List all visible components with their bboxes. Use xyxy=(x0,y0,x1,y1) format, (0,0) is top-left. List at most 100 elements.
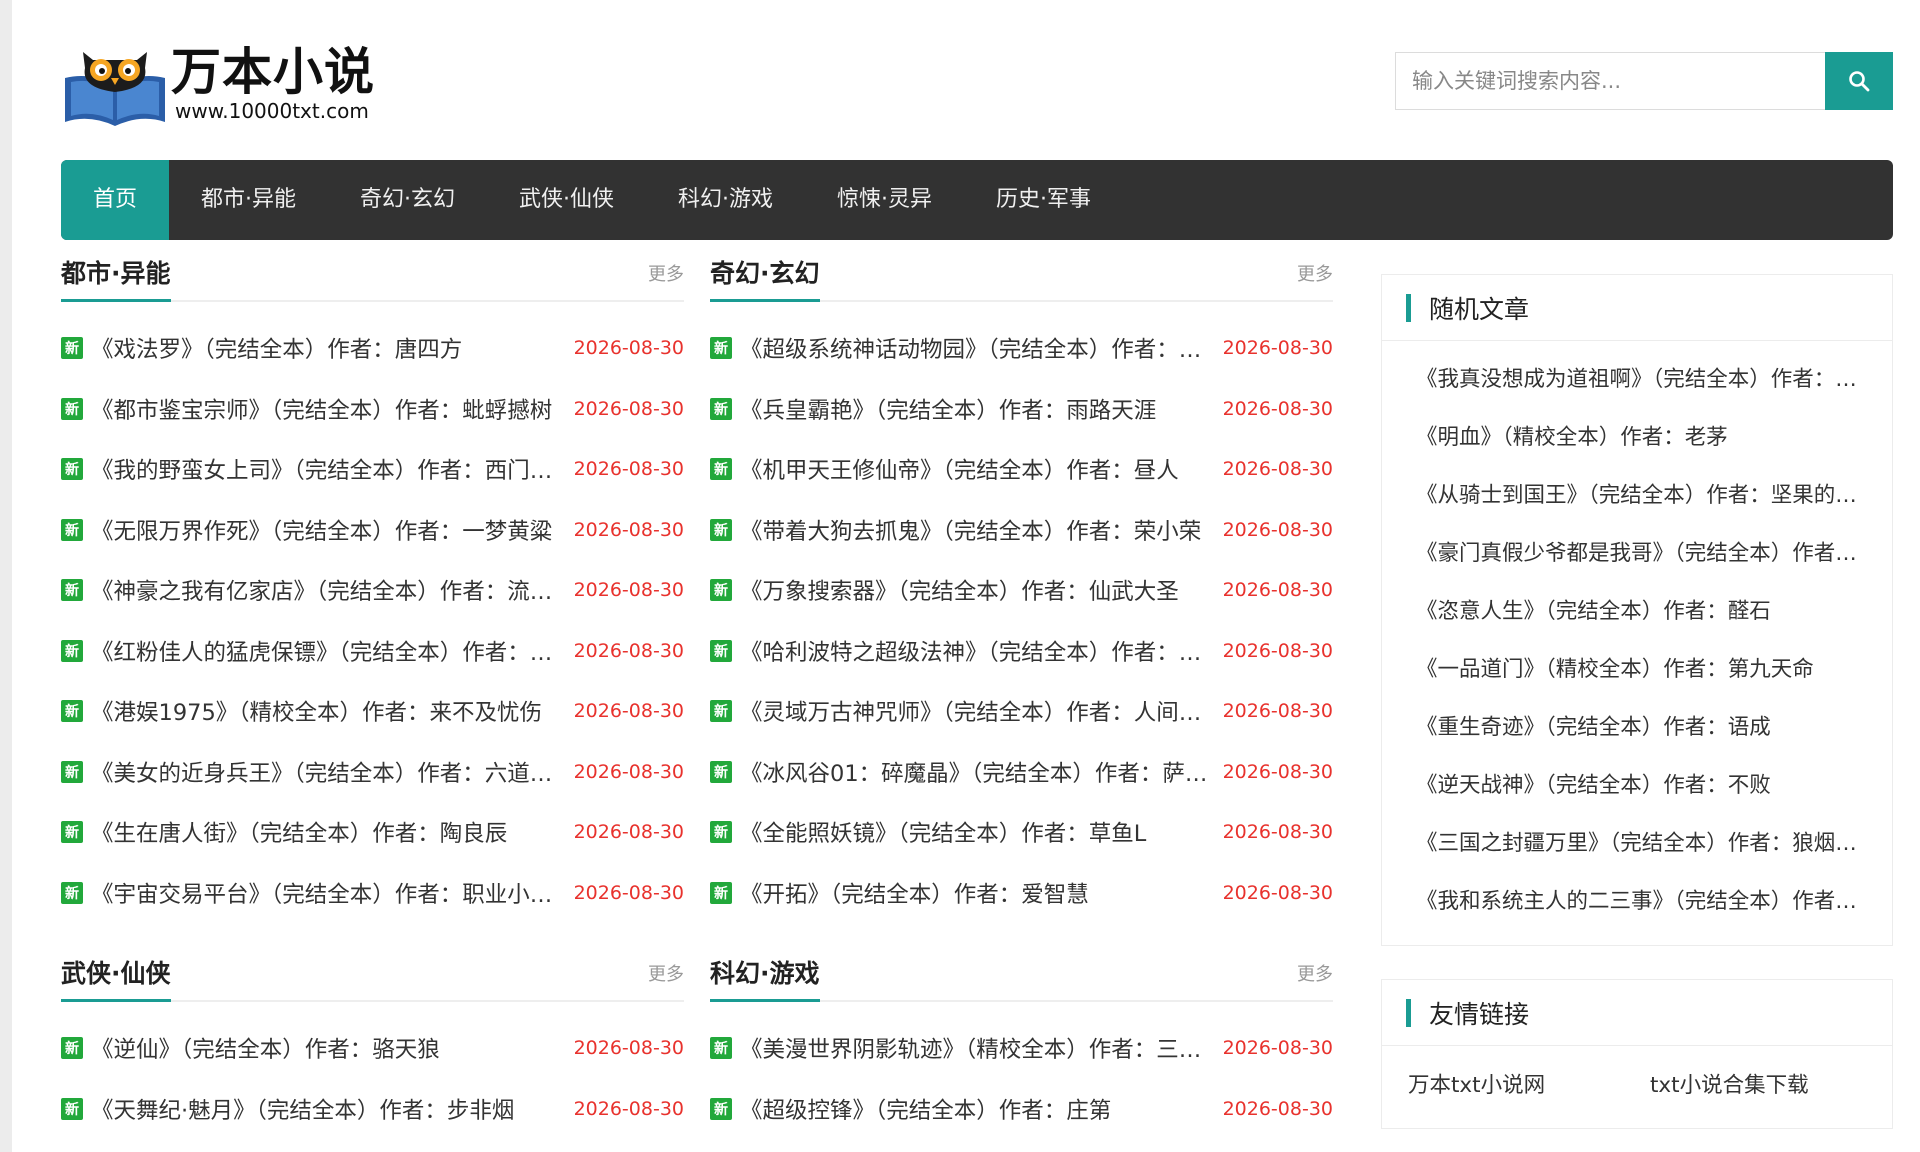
main-nav: 首页 都市·异能 奇幻·玄幻 武侠·仙侠 科幻·游戏 惊悚·灵异 历史·军事 xyxy=(61,160,1893,240)
book-title[interactable]: 《哈利波特之超级法神》（完结全本）作者：王不死 xyxy=(740,635,1215,667)
list-item[interactable]: 新《带着大狗去抓鬼》（完结全本）作者：荣小荣 2026-08-30 xyxy=(710,500,1333,561)
more-link[interactable]: 更多 xyxy=(648,960,684,986)
book-date: 2026-08-30 xyxy=(573,639,684,662)
list-item[interactable]: 新《全能照妖镜》（完结全本）作者：草鱼L 2026-08-30 xyxy=(710,802,1333,863)
section-title: 武侠·仙侠 xyxy=(61,956,171,1002)
list-item[interactable]: 新《都市鉴宝宗师》（完结全本）作者：蚍蜉撼树 2026-08-30 xyxy=(61,379,684,440)
nav-urban[interactable]: 都市·异能 xyxy=(169,160,328,240)
new-badge-icon: 新 xyxy=(710,518,732,541)
book-title[interactable]: 《戏法罗》（完结全本）作者：唐四方 xyxy=(91,332,566,364)
book-title[interactable]: 《带着大狗去抓鬼》（完结全本）作者：荣小荣 xyxy=(740,514,1215,546)
book-title[interactable]: 《全能照妖镜》（完结全本）作者：草鱼L xyxy=(740,816,1215,848)
nav-scifi[interactable]: 科幻·游戏 xyxy=(646,160,805,240)
list-item[interactable]: 新《生在唐人街》（完结全本）作者：陶良辰 2026-08-30 xyxy=(61,802,684,863)
list-item[interactable]: 新《万象搜索器》（完结全本）作者：仙武大圣 2026-08-30 xyxy=(710,560,1333,621)
more-link[interactable]: 更多 xyxy=(1297,260,1333,286)
book-title[interactable]: 《美女的近身兵王》（完结全本）作者：六道沉沦 xyxy=(91,756,566,788)
nav-home[interactable]: 首页 xyxy=(61,160,170,240)
list-item[interactable]: 《我和系统主人的二三事》（完结全本）作者：青梅煮酒 xyxy=(1416,873,1876,931)
list-item[interactable]: 《重生奇迹》（完结全本）作者：语成 xyxy=(1416,699,1876,757)
list-item[interactable]: 新《美漫世界阴影轨迹》（精校全本）作者：三三得九 2026-08-30 xyxy=(710,1018,1333,1079)
list-item[interactable]: 《明血》（精校全本）作者：老茅 xyxy=(1416,409,1876,467)
book-title[interactable]: 《生在唐人街》（完结全本）作者：陶良辰 xyxy=(91,816,566,848)
list-item[interactable]: 新《机甲天王修仙帝》（完结全本）作者：昼人 2026-08-30 xyxy=(710,439,1333,500)
book-title[interactable]: 《天舞纪·魅月》（完结全本）作者：步非烟 xyxy=(91,1093,566,1125)
list-item[interactable]: 新《冰风谷01：碎魔晶》（完结全本）作者：萨尔瓦多 2026-08-30 xyxy=(710,742,1333,803)
list-item[interactable]: 《恣意人生》（完结全本）作者：醛石 xyxy=(1416,583,1876,641)
list-item[interactable]: 《逆天战神》（完结全本）作者：不败 xyxy=(1416,757,1876,815)
book-title[interactable]: 《开拓》（完结全本）作者：爱智慧 xyxy=(740,877,1215,909)
new-badge-icon: 新 xyxy=(61,760,83,783)
book-title[interactable]: 《无限万界作死》（完结全本）作者：一梦黄粱 xyxy=(91,514,566,546)
book-title[interactable]: 《神豪之我有亿家店》（完结全本）作者：流浪的蛤蟆 xyxy=(91,574,566,606)
new-badge-icon: 新 xyxy=(61,1037,83,1060)
list-item[interactable]: 新《港娱1975》（精校全本）作者：来不及忧伤 2026-08-30 xyxy=(61,681,684,742)
friend-links-box: 友情链接 万本txt小说网 txt小说合集下载 xyxy=(1381,979,1893,1129)
list-item[interactable]: 新《超级控锋》（完结全本）作者：庄第 2026-08-30 xyxy=(710,1079,1333,1140)
book-title[interactable]: 《美漫世界阴影轨迹》（精校全本）作者：三三得九 xyxy=(740,1032,1215,1064)
list-item[interactable]: 新《无限万界作死》（完结全本）作者：一梦黄粱 2026-08-30 xyxy=(61,500,684,561)
book-title[interactable]: 《超级系统神话动物园》（完结全本）作者：白衣老祖 xyxy=(740,332,1215,364)
list-item[interactable]: 新《美女的近身兵王》（完结全本）作者：六道沉沦 2026-08-30 xyxy=(61,742,684,803)
list-item[interactable]: 新《哈利波特之超级法神》（完结全本）作者：王不死 2026-08-30 xyxy=(710,621,1333,682)
site-logo[interactable]: 万本小说 www.10000txt.com xyxy=(61,38,391,128)
book-title[interactable]: 《我的野蛮女上司》（完结全本）作者：西门吹雪 xyxy=(91,453,566,485)
book-date: 2026-08-30 xyxy=(1222,1097,1333,1120)
list-item[interactable]: 新《天舞纪·魅月》（完结全本）作者：步非烟 2026-08-30 xyxy=(61,1079,684,1140)
new-badge-icon: 新 xyxy=(710,458,732,481)
nav-fantasy[interactable]: 奇幻·玄幻 xyxy=(328,160,487,240)
nav-wuxia[interactable]: 武侠·仙侠 xyxy=(487,160,646,240)
list-item[interactable]: 《三国之封疆万里》（完结全本）作者：狼烟起处 xyxy=(1416,815,1876,873)
list-item[interactable]: 新《宇宙交易平台》（完结全本）作者：职业小说家 2026-08-30 xyxy=(61,863,684,924)
book-date: 2026-08-30 xyxy=(1222,397,1333,420)
more-link[interactable]: 更多 xyxy=(648,260,684,286)
list-item[interactable]: 新《红粉佳人的猛虎保镖》（完结全本）作者：一叶知秋 2026-08-30 xyxy=(61,621,684,682)
book-date: 2026-08-30 xyxy=(1222,760,1333,783)
book-title[interactable]: 《逆仙》（完结全本）作者：骆天狼 xyxy=(91,1032,566,1064)
book-date: 2026-08-30 xyxy=(573,337,684,360)
new-badge-icon: 新 xyxy=(61,458,83,481)
list-item[interactable]: 新《逆仙》（完结全本）作者：骆天狼 2026-08-30 xyxy=(61,1018,684,1079)
book-title[interactable]: 《都市鉴宝宗师》（完结全本）作者：蚍蜉撼树 xyxy=(91,393,566,425)
new-badge-icon: 新 xyxy=(61,1097,83,1120)
book-title[interactable]: 《港娱1975》（精校全本）作者：来不及忧伤 xyxy=(91,695,566,727)
book-date: 2026-08-30 xyxy=(1222,639,1333,662)
new-badge-icon: 新 xyxy=(710,639,732,662)
book-title[interactable]: 《超级控锋》（完结全本）作者：庄第 xyxy=(740,1093,1215,1125)
new-badge-icon: 新 xyxy=(61,700,83,723)
new-badge-icon: 新 xyxy=(710,760,732,783)
list-item[interactable]: 《豪门真假少爷都是我哥》（完结全本）作者：林小七 xyxy=(1416,525,1876,583)
book-title[interactable]: 《宇宙交易平台》（完结全本）作者：职业小说家 xyxy=(91,877,566,909)
list-item[interactable]: 新《开拓》（完结全本）作者：爱智慧 2026-08-30 xyxy=(710,863,1333,924)
book-title[interactable]: 《灵域万古神咒师》（完结全本）作者：人间正道 xyxy=(740,695,1215,727)
book-list: 新《戏法罗》（完结全本）作者：唐四方 2026-08-30 新《都市鉴宝宗师》（完… xyxy=(61,318,684,923)
list-item[interactable]: 新《兵皇霸艳》（完结全本）作者：雨路天涯 2026-08-30 xyxy=(710,379,1333,440)
nav-horror[interactable]: 惊悚·灵异 xyxy=(805,160,964,240)
list-item[interactable]: 新《超级系统神话动物园》（完结全本）作者：白衣老祖 2026-08-30 xyxy=(710,318,1333,379)
list-item[interactable]: 新《神豪之我有亿家店》（完结全本）作者：流浪的蛤蟆 2026-08-30 xyxy=(61,560,684,621)
title-accent-bar xyxy=(1406,998,1411,1027)
list-item[interactable]: 新《灵域万古神咒师》（完结全本）作者：人间正道 2026-08-30 xyxy=(710,681,1333,742)
list-item[interactable]: 新《戏法罗》（完结全本）作者：唐四方 2026-08-30 xyxy=(61,318,684,379)
book-title[interactable]: 《兵皇霸艳》（完结全本）作者：雨路天涯 xyxy=(740,393,1215,425)
friend-link[interactable]: txt小说合集下载 xyxy=(1650,1068,1892,1099)
more-link[interactable]: 更多 xyxy=(1297,960,1333,986)
book-date: 2026-08-30 xyxy=(1222,518,1333,541)
list-item[interactable]: 《一品道门》（精校全本）作者：第九天命 xyxy=(1416,641,1876,699)
friend-link[interactable]: 万本txt小说网 xyxy=(1408,1068,1650,1099)
search-button[interactable] xyxy=(1825,52,1893,110)
book-title[interactable]: 《冰风谷01：碎魔晶》（完结全本）作者：萨尔瓦多 xyxy=(740,756,1215,788)
section-header: 武侠·仙侠 更多 xyxy=(61,956,684,1002)
nav-history[interactable]: 历史·军事 xyxy=(964,160,1123,240)
random-articles-box: 随机文章 《我真没想成为道祖啊》（完结全本）作者：落日余晖 《明血》（精校全本）… xyxy=(1381,274,1893,946)
book-title[interactable]: 《红粉佳人的猛虎保镖》（完结全本）作者：一叶知秋 xyxy=(91,635,566,667)
list-item[interactable]: 新《我的野蛮女上司》（完结全本）作者：西门吹雪 2026-08-30 xyxy=(61,439,684,500)
book-title[interactable]: 《机甲天王修仙帝》（完结全本）作者：昼人 xyxy=(740,453,1215,485)
section-wuxia: 武侠·仙侠 更多 新《逆仙》（完结全本）作者：骆天狼 2026-08-30 新《天… xyxy=(61,956,684,1139)
book-title[interactable]: 《万象搜索器》（完结全本）作者：仙武大圣 xyxy=(740,574,1215,606)
list-item[interactable]: 《我真没想成为道祖啊》（完结全本）作者：落日余晖 xyxy=(1416,351,1876,409)
section-fantasy: 奇幻·玄幻 更多 新《超级系统神话动物园》（完结全本）作者：白衣老祖2026-0… xyxy=(710,256,1333,923)
list-item[interactable]: 《从骑士到国王》（完结全本）作者：坚果的风暴 xyxy=(1416,467,1876,525)
search-input[interactable] xyxy=(1395,52,1825,110)
title-accent-bar xyxy=(1406,293,1411,322)
